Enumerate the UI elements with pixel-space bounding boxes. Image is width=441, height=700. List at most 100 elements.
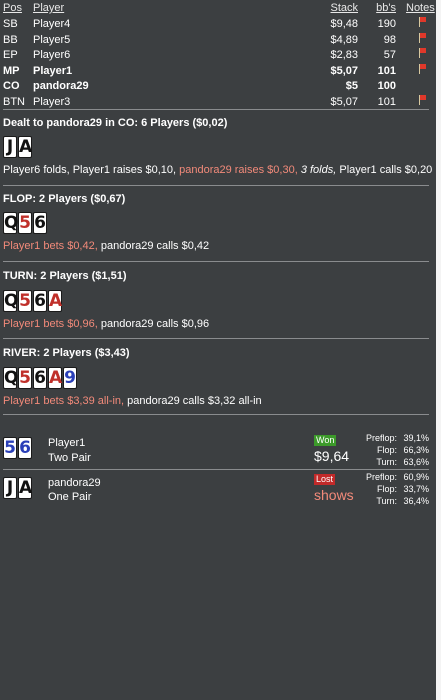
player1-hole-cards: 56 [3,437,32,459]
equity-label: Flop: [376,484,397,494]
bb-cell: 100 [377,80,396,92]
player-row[interactable]: BB Player5 $4,89 98 [0,32,441,49]
playing-card: 6 [33,212,47,234]
position-cell: BB [3,33,18,46]
preflop-action-4: Player1 calls $0,20 [339,164,433,176]
hero-hole-cards: JA [3,477,32,499]
playing-card: 6 [33,290,47,312]
flop-cards: Q56 [3,212,47,234]
river-action-2: pandora29 calls $3,32 all-in [127,395,262,407]
river-actions: Player1 bets $3,39 all-in, pandora29 cal… [3,395,262,407]
player-name-cell: Player3 [33,95,71,108]
equity-label: Turn: [376,457,397,467]
position-cell: SB [3,18,18,30]
player-row[interactable]: MP Player1 $5,07 101 [0,63,441,80]
playing-card: A [18,477,33,499]
note-flag-icon[interactable] [418,17,428,27]
result-player-name: Player1 [48,437,86,449]
player-row[interactable]: CO pandora29 $5 100 [0,79,441,95]
result-player-name: pandora29 [48,477,101,489]
header-bb[interactable]: bb's [376,1,396,17]
playing-card: Q [3,290,19,312]
result-hand: One Pair [48,491,92,503]
stack-cell: $2,83 [330,49,358,61]
flop-actions: Player1 bets $0,42, pandora29 calls $0,4… [3,240,209,252]
player-row[interactable]: SB Player4 $9,48 190 [0,17,441,33]
playing-card: 6 [33,367,47,389]
header-player[interactable]: Player [33,1,64,17]
bb-cell: 101 [377,64,396,77]
flop-title: FLOP: 2 Players ($0,67) [3,193,126,205]
turn-action-2: pandora29 calls $0,96 [100,318,210,330]
turn-cards: Q56A [3,290,62,312]
table-header: Pos Player Stack bb's Notes [0,1,441,17]
divider [3,185,429,186]
player-row[interactable]: BTN Player3 $5,07 101 [0,94,441,111]
position-cell: MP [3,64,20,77]
header-pos[interactable]: Pos [3,1,22,17]
divider [3,338,429,339]
won-badge: Won [314,435,337,446]
turn-actions: Player1 bets $0,96, pandora29 calls $0,9… [3,318,209,330]
header-stack[interactable]: Stack [330,1,358,17]
player-row[interactable]: EP Player6 $2,83 57 [0,48,441,64]
player-name-cell: Player5 [33,33,71,46]
divider [3,469,429,470]
equity-value: 60,9% [403,472,429,482]
playing-card: A [18,136,33,158]
playing-card: A [48,290,63,312]
stack-cell: $5,07 [330,95,358,108]
shows-label: shows [314,487,354,503]
flop-action-1: Player1 bets $0,42, [3,240,98,252]
result-hand: Two Pair [48,452,91,464]
playing-card: 5 [18,367,32,389]
stack-cell: $9,48 [330,18,358,30]
equity-value: 63,6% [403,457,429,467]
playing-card: J [3,136,17,158]
preflop-cards: JA [3,136,32,158]
playing-card: Q [3,367,19,389]
divider [3,261,429,262]
position-cell: BTN [3,95,25,108]
equity-label: Turn: [376,496,397,506]
divider [3,109,429,110]
equity-label: Flop: [376,445,397,455]
river-cards: Q56A9 [3,367,77,389]
header-notes[interactable]: Notes [406,1,435,17]
player-name-cell: Player1 [33,64,73,77]
playing-card: 9 [63,367,77,389]
turn-title: TURN: 2 Players ($1,51) [3,270,127,282]
preflop-action-3: 3 folds, [300,164,337,176]
playing-card: J [3,477,17,499]
equity-value: 66,3% [403,445,429,455]
note-flag-icon[interactable] [418,32,428,43]
equity-value: 39,1% [403,433,429,443]
bb-cell: 190 [377,18,396,30]
river-action-1: Player1 bets $3,39 all-in, [3,395,125,407]
playing-card: Q [3,212,19,234]
bb-cell: 101 [377,95,396,108]
river-title: RIVER: 2 Players ($3,43) [3,347,130,359]
player-name-cell: pandora29 [33,80,89,92]
turn-action-1: Player1 bets $0,96, [3,318,98,330]
stack-cell: $5,07 [330,64,358,77]
won-amount: $9,64 [314,448,350,464]
position-cell: EP [3,49,18,61]
note-flag-icon[interactable] [418,63,428,74]
playing-card: 6 [18,437,32,459]
note-flag-icon[interactable] [418,94,428,105]
preflop-title: Dealt to pandora29 in CO: 6 Players ($0,… [3,117,228,129]
position-cell: CO [3,80,20,92]
equity-label: Preflop: [365,433,397,443]
lost-badge: Lost [314,474,336,485]
player-name-cell: Player6 [33,49,71,61]
stack-cell: $4,89 [330,33,358,46]
divider [3,414,429,415]
playing-card: 5 [18,212,32,234]
playing-card: A [48,367,63,389]
note-flag-icon[interactable] [418,48,428,58]
equity-value: 33,7% [403,484,429,494]
equity-label: Preflop: [365,472,397,482]
preflop-actions: Player6 folds, Player1 raises $0,10, pan… [3,164,432,176]
player-name-cell: Player4 [33,18,71,30]
